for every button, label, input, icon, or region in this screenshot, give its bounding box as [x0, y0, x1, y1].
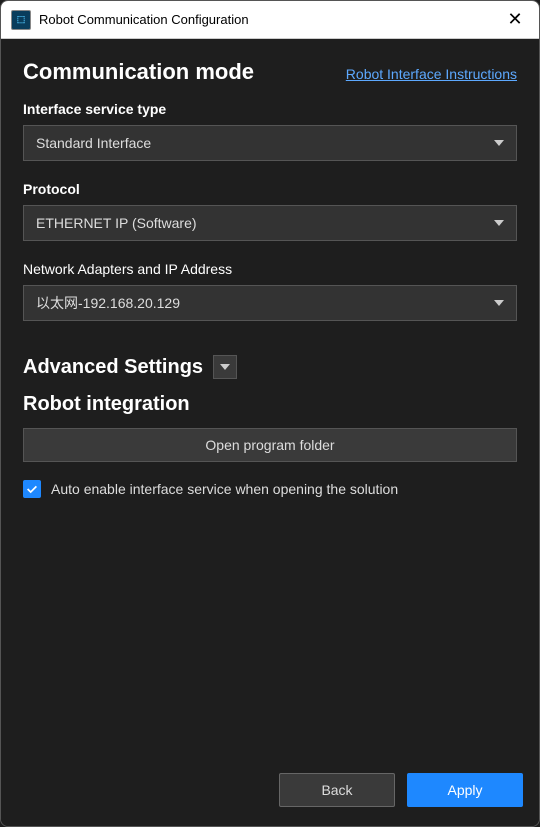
apply-button[interactable]: Apply [407, 773, 523, 807]
advanced-toggle-button[interactable] [213, 355, 237, 379]
protocol-label: Protocol [23, 181, 517, 197]
protocol-select[interactable]: ETHERNET IP (Software) [23, 205, 517, 241]
integration-title: Robot integration [23, 393, 517, 416]
section-header: Communication mode Robot Interface Instr… [23, 59, 517, 85]
chevron-down-icon [494, 220, 504, 226]
footer: Back Apply [1, 768, 539, 826]
titlebar: ⬚ Robot Communication Configuration ✕ [1, 1, 539, 39]
dialog-window: ⬚ Robot Communication Configuration ✕ Co… [0, 0, 540, 827]
protocol-value: ETHERNET IP (Software) [36, 215, 197, 231]
instructions-link[interactable]: Robot Interface Instructions [346, 66, 517, 82]
spacer [23, 498, 517, 748]
adapter-value: 以太网-192.168.20.129 [36, 293, 180, 313]
auto-enable-label: Auto enable interface service when openi… [51, 481, 398, 497]
interface-type-select[interactable]: Standard Interface [23, 125, 517, 161]
advanced-header: Advanced Settings [23, 355, 517, 379]
auto-enable-row: Auto enable interface service when openi… [23, 480, 517, 498]
window-title: Robot Communication Configuration [39, 12, 501, 27]
app-icon: ⬚ [11, 10, 31, 30]
open-program-folder-button[interactable]: Open program folder [23, 428, 517, 462]
auto-enable-checkbox[interactable] [23, 480, 41, 498]
check-icon [25, 482, 39, 496]
back-button[interactable]: Back [279, 773, 395, 807]
chevron-down-icon [494, 300, 504, 306]
adapter-select[interactable]: 以太网-192.168.20.129 [23, 285, 517, 321]
content-area: Communication mode Robot Interface Instr… [1, 39, 539, 768]
advanced-title: Advanced Settings [23, 356, 203, 379]
section-title: Communication mode [23, 59, 254, 85]
chevron-down-icon [494, 140, 504, 146]
chevron-down-icon [220, 364, 230, 370]
adapter-label: Network Adapters and IP Address [23, 261, 517, 277]
interface-type-label: Interface service type [23, 101, 517, 117]
interface-type-value: Standard Interface [36, 135, 151, 151]
close-icon[interactable]: ✕ [501, 6, 529, 34]
